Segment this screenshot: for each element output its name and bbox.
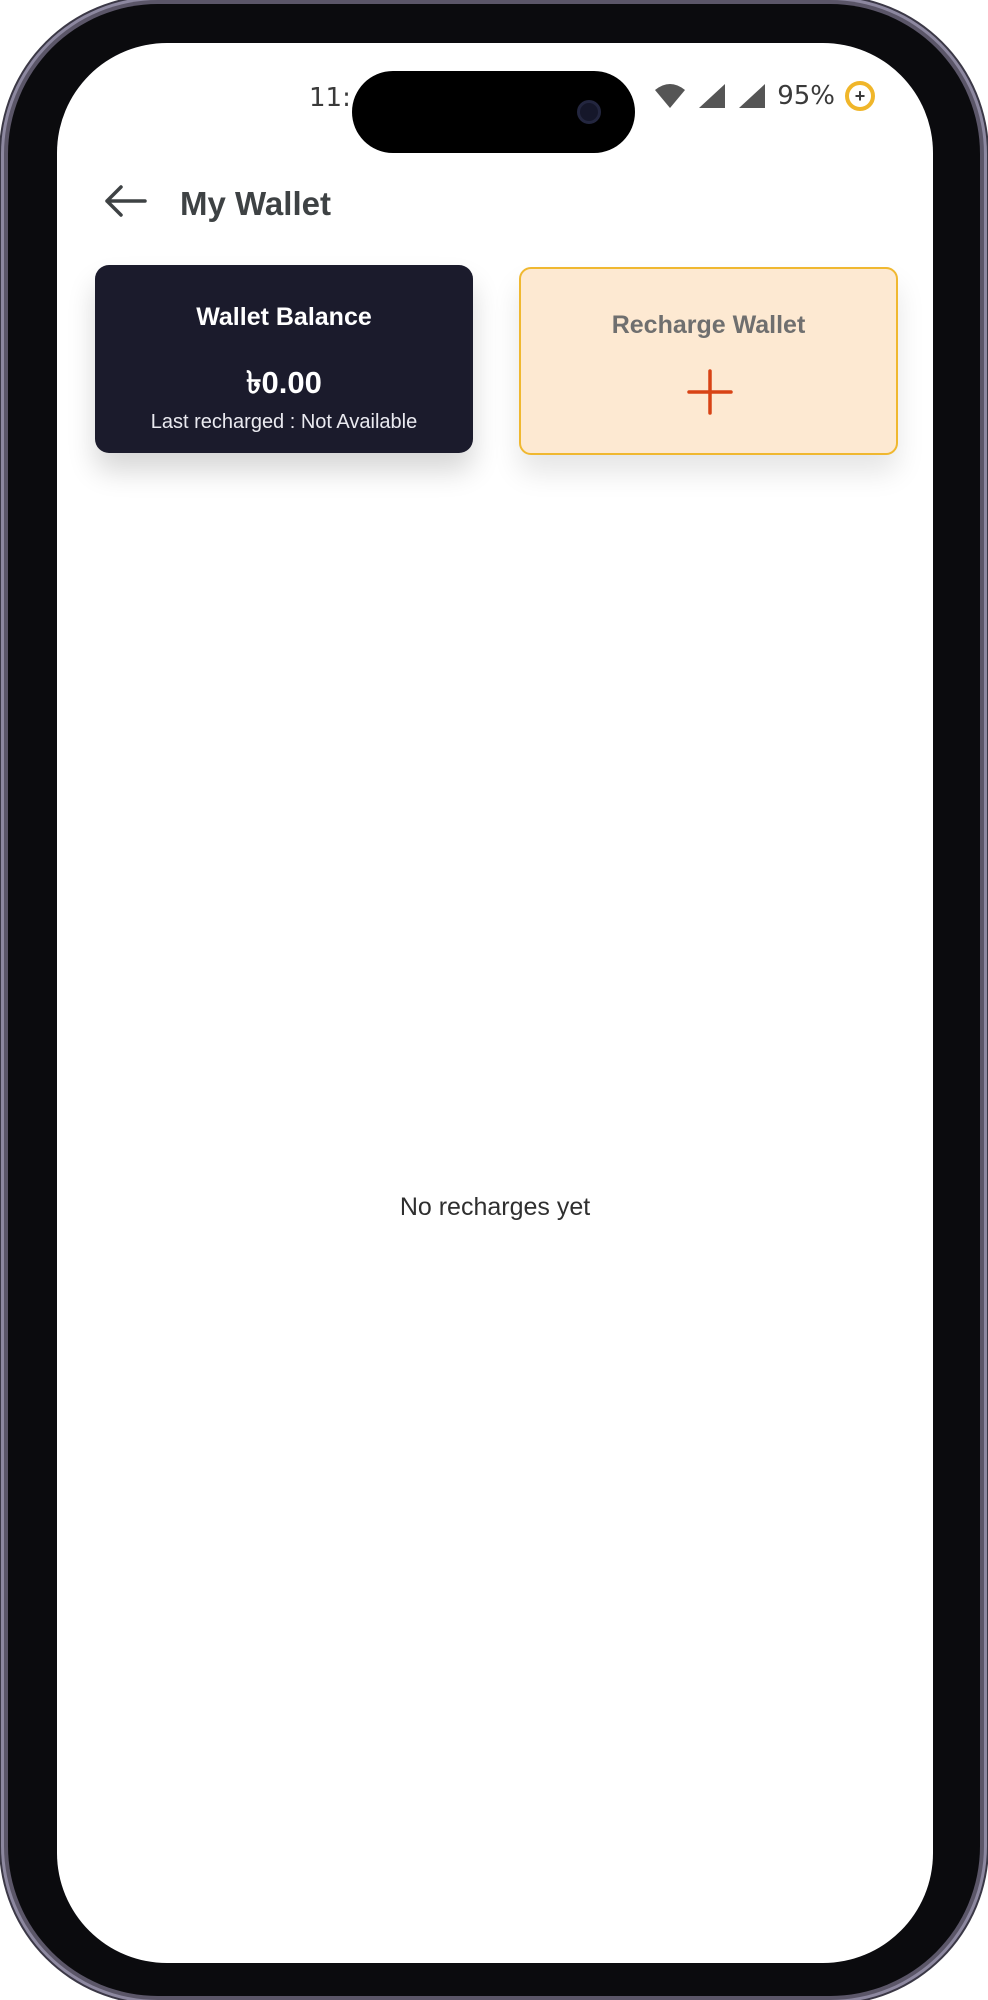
recharge-wallet-button[interactable]: Recharge Wallet — [519, 267, 898, 455]
wallet-balance-amount: ৳0.00 — [246, 365, 322, 400]
plus-icon — [687, 369, 733, 415]
status-icons: 95% + — [653, 81, 875, 111]
action-button — [1, 395, 8, 465]
app-screen: 11: 95% + My Wallet Wallet Balance ৳0.00… — [57, 43, 933, 1963]
empty-state-message: No recharges yet — [399, 1193, 591, 1221]
front-camera-icon — [577, 100, 601, 124]
wallet-balance-card: Wallet Balance ৳0.00 Last recharged : No… — [95, 265, 473, 453]
recharge-wallet-title: Recharge Wallet — [611, 311, 806, 339]
back-button[interactable] — [97, 173, 153, 229]
volume-down-button — [1, 730, 8, 880]
power-button — [980, 632, 987, 872]
cell-signal-icon — [699, 84, 726, 108]
wallet-balance-title: Wallet Balance — [196, 303, 372, 331]
app-header: My Wallet — [57, 163, 933, 243]
last-recharged-text: Last recharged : Not Available — [150, 411, 418, 433]
cell-signal-icon-2 — [739, 84, 766, 108]
arrow-left-icon — [105, 185, 147, 217]
wifi-icon — [655, 84, 686, 108]
status-time: 11: — [309, 83, 351, 113]
page-title: My Wallet — [180, 185, 331, 222]
battery-percentage: 95% — [777, 81, 835, 111]
status-bar: 11: 95% + — [57, 43, 933, 153]
volume-up-button — [1, 535, 8, 685]
dynamic-island — [352, 71, 635, 153]
battery-saver-icon: + — [845, 81, 875, 111]
